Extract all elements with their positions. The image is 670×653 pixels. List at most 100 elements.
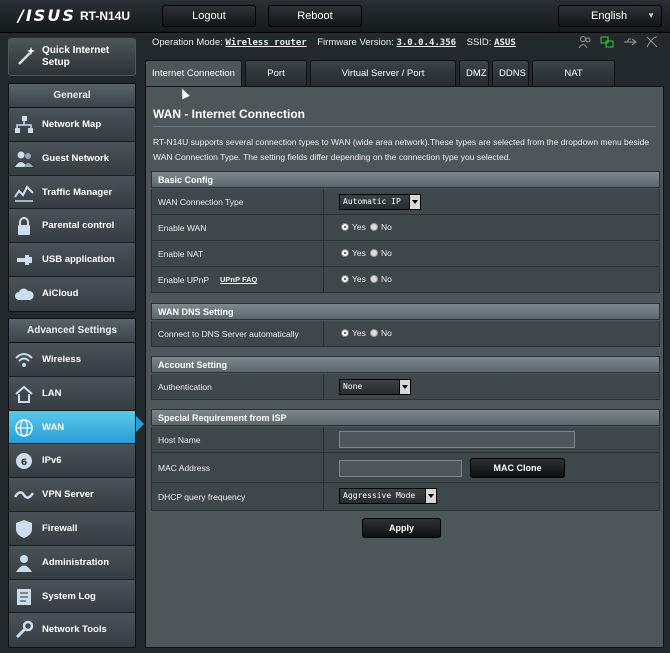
firmware-link[interactable]: 3.0.0.4.356 <box>396 38 456 48</box>
tab-port-trigger[interactable]: Port Trigger <box>245 60 307 105</box>
apply-button[interactable]: Apply <box>362 518 441 538</box>
quick-setup-line2: Setup <box>42 57 70 68</box>
ssid-label: SSID: <box>466 37 492 48</box>
radio-unselected[interactable] <box>370 275 378 283</box>
wan-connection-type-select[interactable]: Automatic IP <box>339 194 421 210</box>
enable-nat-label: Enable NAT <box>158 241 324 266</box>
sidebar-item-label: Guest Network <box>42 152 110 164</box>
radio-selected[interactable] <box>341 223 349 231</box>
sidebar-item-system-log[interactable]: System Log <box>9 579 135 614</box>
svg-text:6: 6 <box>21 458 27 468</box>
sidebar-item-ipv6[interactable]: 6 IPv6 <box>9 444 135 479</box>
sidebar-item-label: Wireless <box>42 354 81 365</box>
radio-unselected[interactable] <box>370 329 378 337</box>
main-panel: WAN - Internet Connection RT-N14U suppor… <box>145 86 664 648</box>
sidebar-item-label: Administration <box>42 556 110 568</box>
op-mode-label: Operation Mode: <box>152 37 223 48</box>
sidebar-item-lan[interactable]: LAN <box>9 376 135 411</box>
sidebar-item-label: LAN <box>42 387 62 399</box>
dns-auto-yes[interactable]: Yes <box>341 328 366 339</box>
sidebar-item-label: IPv6 <box>42 455 62 467</box>
sidebar-item-usb-application[interactable]: USB application <box>9 243 135 277</box>
language-select[interactable]: English ▼ <box>558 5 662 27</box>
wan-type-value: Automatic IP <box>343 197 401 206</box>
usb-status-icon[interactable] <box>623 35 637 49</box>
host-name-input[interactable] <box>339 431 575 448</box>
radio-selected[interactable] <box>341 329 349 337</box>
no-label: No <box>381 328 392 338</box>
sidebar-item-network-tools[interactable]: Network Tools <box>9 613 135 648</box>
radio-unselected[interactable] <box>370 249 378 257</box>
enable-upnp-no[interactable]: No <box>370 274 392 285</box>
sidebar-general-title: General <box>9 84 135 108</box>
no-label: No <box>381 248 392 258</box>
sidebar-item-vpn-server[interactable]: VPN Server <box>9 478 135 512</box>
authentication-label: Authentication <box>158 374 324 399</box>
users-status-icon[interactable] <box>578 35 592 49</box>
ssid-link[interactable]: ASUS <box>494 38 516 48</box>
row-wan-connection-type: WAN Connection Type Automatic IP <box>151 189 660 215</box>
quick-setup-line1: Quick Internet <box>42 45 110 56</box>
row-dns-auto: Connect to DNS Server automatically Yes … <box>151 321 660 347</box>
yes-label: Yes <box>352 328 366 338</box>
op-mode-link[interactable]: Wireless router <box>225 38 306 48</box>
parental-control-icon <box>18 217 30 236</box>
upnp-faq-link[interactable]: UPnP FAQ <box>220 267 257 293</box>
sidebar-item-administration[interactable]: Administration <box>9 545 135 580</box>
tab-ddns[interactable]: DDNS <box>492 60 529 86</box>
logout-button[interactable]: Logout <box>162 5 256 27</box>
enable-upnp-yes[interactable]: Yes <box>341 274 366 285</box>
sidebar-item-wan[interactable]: WAN <box>9 410 135 445</box>
row-host-name: Host Name <box>151 427 660 453</box>
radio-selected[interactable] <box>341 249 349 257</box>
sidebar-item-label: WAN <box>42 421 65 433</box>
asus-logo: /ISUS <box>18 6 76 25</box>
enable-upnp-label: Enable UPnP <box>158 275 210 285</box>
mac-clone-button[interactable]: MAC Clone <box>470 458 565 478</box>
ipv6-icon: 6 <box>16 453 32 470</box>
section-isp-requirements: Special Requirement from ISP <box>151 409 660 426</box>
dhcp-frequency-value: Aggressive Mode <box>343 491 416 500</box>
internet-status-icon[interactable] <box>600 35 614 49</box>
row-enable-upnp: Enable UPnP UPnP FAQ Yes No <box>151 267 660 293</box>
tab-virtual-server[interactable]: Virtual Server / Port Forwarding <box>310 60 456 105</box>
radio-selected[interactable] <box>341 275 349 283</box>
enable-wan-label: Enable WAN <box>158 215 324 240</box>
enable-nat-no[interactable]: No <box>370 248 392 259</box>
reboot-button[interactable]: Reboot <box>268 5 362 27</box>
tab-dmz[interactable]: DMZ <box>459 60 489 86</box>
enable-nat-yes[interactable]: Yes <box>341 248 366 259</box>
sidebar-general: General Network Map Guest Network Traffi… <box>8 83 136 312</box>
sidebar-item-network-map[interactable]: Network Map <box>9 108 135 142</box>
firmware-label: Firmware Version: <box>317 37 394 48</box>
radio-unselected[interactable] <box>370 223 378 231</box>
title-divider <box>153 126 656 127</box>
guest-network-icon <box>15 151 33 167</box>
sidebar-item-firewall[interactable]: Firewall <box>9 511 135 546</box>
tab-internet-connection[interactable]: Internet Connection <box>145 60 242 87</box>
traffic-manager-icon <box>14 184 34 202</box>
printer-status-icon[interactable] <box>645 35 659 49</box>
enable-wan-no[interactable]: No <box>370 222 392 233</box>
sidebar-item-label: System Log <box>42 590 96 602</box>
enable-wan-yes[interactable]: Yes <box>341 222 366 233</box>
dhcp-frequency-select[interactable]: Aggressive Mode <box>339 488 437 504</box>
dns-auto-no[interactable]: No <box>370 328 392 339</box>
tab-nat-passthrough[interactable]: NAT Passthrough <box>532 60 615 105</box>
sidebar-item-guest-network[interactable]: Guest Network <box>9 141 135 176</box>
sidebar-item-label: USB application <box>42 254 115 266</box>
no-label: No <box>381 274 392 284</box>
sidebar-item-traffic-manager[interactable]: Traffic Manager <box>9 175 135 210</box>
vpn-icon <box>14 491 34 499</box>
cloud-icon <box>15 288 34 300</box>
sidebar-item-label: Firewall <box>42 522 78 534</box>
sidebar-item-wireless[interactable]: Wireless <box>9 343 135 377</box>
sidebar-item-parental-control[interactable]: Parental control <box>9 209 135 244</box>
status-icons <box>578 35 659 54</box>
wireless-icon <box>15 353 33 367</box>
firewall-shield-icon <box>16 519 32 538</box>
authentication-select[interactable]: None <box>339 379 411 395</box>
mac-address-input[interactable] <box>339 460 462 477</box>
sidebar-item-aicloud[interactable]: AiCloud <box>9 276 135 311</box>
quick-internet-setup-button[interactable]: Quick Internet Setup <box>8 38 136 76</box>
